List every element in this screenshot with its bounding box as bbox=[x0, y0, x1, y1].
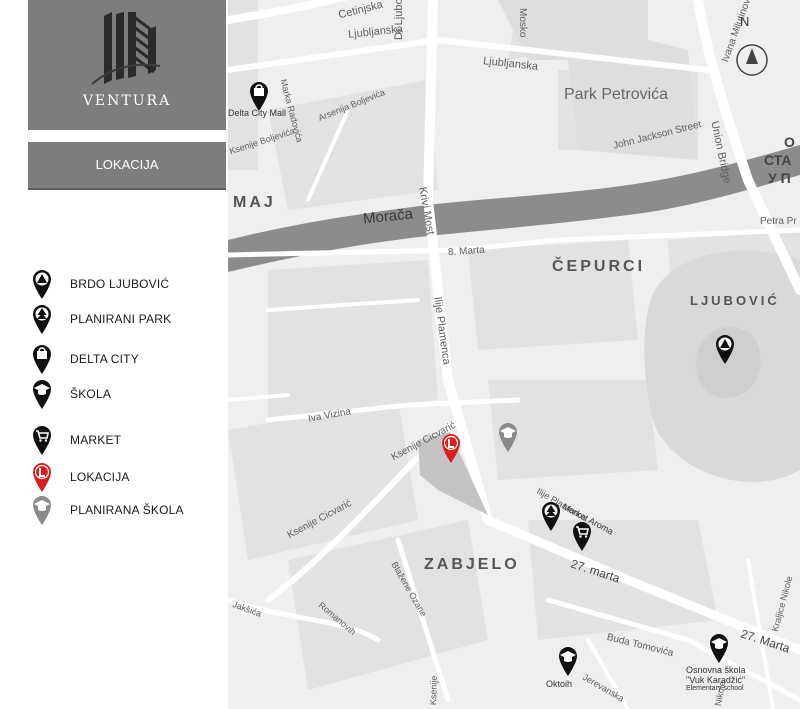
mountain-icon[interactable] bbox=[713, 333, 737, 365]
mountain-icon bbox=[33, 270, 51, 299]
legend-label: MARKET bbox=[70, 433, 122, 447]
legend-label: PLANIRANA ŠKOLA bbox=[70, 503, 184, 517]
map-view[interactable]: MAJ ČEPURCI LJUBOVIĆ ZABJELO Park Petrov… bbox=[228, 0, 800, 709]
location-icon bbox=[33, 463, 51, 492]
sidebar: VENTURA LOKACIJA BRDO LJUBOVIĆ PLANIRANI… bbox=[0, 0, 228, 709]
legend-label: PLANIRANI PARK bbox=[70, 312, 172, 326]
park-icon bbox=[33, 305, 51, 334]
legend-label: DELTA CITY bbox=[70, 352, 139, 366]
cart-icon[interactable] bbox=[570, 520, 594, 552]
location-button[interactable]: LOKACIJA bbox=[28, 142, 226, 190]
ventura-logo-icon bbox=[91, 12, 161, 85]
park-icon[interactable] bbox=[539, 500, 563, 532]
mall-icon[interactable] bbox=[247, 80, 271, 112]
school-icon[interactable] bbox=[556, 645, 580, 677]
location-icon[interactable] bbox=[439, 432, 463, 464]
logo-panel: VENTURA bbox=[28, 0, 226, 130]
brand-name: VENTURA bbox=[82, 93, 172, 109]
planned-school-icon[interactable] bbox=[496, 421, 520, 453]
school-icon[interactable] bbox=[707, 632, 731, 664]
cart-icon bbox=[33, 426, 51, 455]
planned-school-icon bbox=[33, 496, 51, 525]
legend-label: LOKACIJA bbox=[70, 470, 130, 484]
legend-label: BRDO LJUBOVIĆ bbox=[70, 277, 170, 291]
mall-icon bbox=[33, 345, 51, 374]
legend-label: ŠKOLA bbox=[70, 387, 112, 401]
school-icon bbox=[33, 380, 51, 409]
